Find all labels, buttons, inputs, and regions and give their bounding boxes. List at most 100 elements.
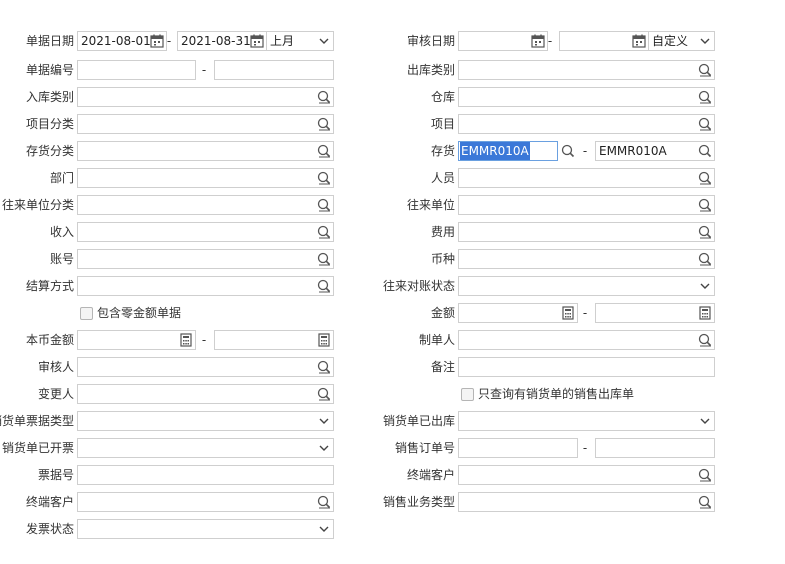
inventory-label: 存货: [430, 144, 455, 158]
magnifier-icon[interactable]: [697, 494, 713, 510]
end-customer-right-input[interactable]: [458, 465, 715, 485]
magnifier-icon[interactable]: [316, 89, 332, 105]
out-type-input[interactable]: [458, 60, 715, 80]
amount-label: 金额: [430, 306, 455, 320]
settle-label: 结算方式: [25, 279, 74, 293]
audit-date-period-value: 自定义: [652, 34, 689, 48]
amount-to-input[interactable]: [595, 303, 715, 323]
person-input[interactable]: [458, 168, 715, 188]
magnifier-icon[interactable]: [316, 386, 332, 402]
zero-amount-checkbox[interactable]: [80, 307, 93, 320]
local-amount-from-input[interactable]: [77, 330, 196, 350]
income-input[interactable]: [77, 222, 334, 242]
sale-shipped-select[interactable]: [458, 411, 715, 431]
project-label: 项目: [430, 117, 455, 131]
magnifier-icon[interactable]: [697, 224, 713, 240]
ticket-no-input[interactable]: [77, 465, 334, 485]
audit-date-from-input[interactable]: [458, 31, 548, 51]
expense-label: 费用: [430, 225, 455, 239]
bill-date-to-input[interactable]: 2021-08-31: [177, 31, 267, 51]
biz-type-input[interactable]: [458, 492, 715, 512]
magnifier-icon[interactable]: [316, 359, 332, 375]
calculator-icon[interactable]: [560, 305, 576, 321]
calendar-icon[interactable]: [249, 33, 265, 49]
magnifier-icon[interactable]: [560, 143, 576, 159]
magnifier-icon[interactable]: [697, 467, 713, 483]
calculator-icon[interactable]: [316, 332, 332, 348]
magnifier-icon[interactable]: [316, 278, 332, 294]
local-amount-to-input[interactable]: [214, 330, 334, 350]
maker-input[interactable]: [458, 330, 715, 350]
range-separator: -: [582, 144, 588, 158]
amount-from-input[interactable]: [458, 303, 578, 323]
currency-input[interactable]: [458, 249, 715, 269]
maker-label: 制单人: [418, 333, 455, 347]
magnifier-icon[interactable]: [697, 197, 713, 213]
chevron-down-icon: [316, 413, 332, 429]
audit-date-period-select[interactable]: 自定义: [648, 31, 715, 51]
calculator-icon[interactable]: [697, 305, 713, 321]
magnifier-icon[interactable]: [697, 143, 713, 159]
magnifier-icon[interactable]: [316, 251, 332, 267]
reconcile-label: 往来对账状态: [382, 279, 455, 293]
magnifier-icon[interactable]: [697, 170, 713, 186]
sale-invoiced-select[interactable]: [77, 438, 334, 458]
invoice-status-label: 发票状态: [25, 522, 74, 536]
sale-doc-type-select[interactable]: [77, 411, 334, 431]
magnifier-icon[interactable]: [697, 332, 713, 348]
auditor-input[interactable]: [77, 357, 334, 377]
sale-order-no-to-input[interactable]: [595, 438, 715, 458]
calculator-icon[interactable]: [178, 332, 194, 348]
inventory-to-value: EMMR010A: [599, 144, 667, 158]
out-type-label: 出库类别: [406, 63, 455, 77]
chevron-down-icon: [316, 521, 332, 537]
project-class-input[interactable]: [77, 114, 334, 134]
magnifier-icon[interactable]: [697, 89, 713, 105]
magnifier-icon[interactable]: [316, 494, 332, 510]
inv-class-input[interactable]: [77, 141, 334, 161]
magnifier-icon[interactable]: [316, 116, 332, 132]
bill-date-period-select[interactable]: 上月: [266, 31, 334, 51]
bill-date-period-value: 上月: [270, 34, 295, 48]
in-type-input[interactable]: [77, 87, 334, 107]
end-customer-left-input[interactable]: [77, 492, 334, 512]
magnifier-icon[interactable]: [697, 62, 713, 78]
partner-input[interactable]: [458, 195, 715, 215]
magnifier-icon[interactable]: [316, 224, 332, 240]
reconcile-select[interactable]: [458, 276, 715, 296]
calendar-icon[interactable]: [631, 33, 647, 49]
partner-class-input[interactable]: [77, 195, 334, 215]
partner-class-label: 往来单位分类: [1, 198, 74, 212]
changer-input[interactable]: [77, 384, 334, 404]
expense-input[interactable]: [458, 222, 715, 242]
magnifier-icon[interactable]: [316, 170, 332, 186]
magnifier-icon[interactable]: [697, 251, 713, 267]
magnifier-icon[interactable]: [316, 197, 332, 213]
ticket-no-label: 票据号: [37, 468, 74, 482]
inv-class-label: 存货分类: [25, 144, 74, 158]
remark-input[interactable]: [458, 357, 715, 377]
audit-date-label: 审核日期: [406, 34, 455, 48]
warehouse-input[interactable]: [458, 87, 715, 107]
sale-order-no-from-input[interactable]: [458, 438, 578, 458]
bill-no-to-input[interactable]: [214, 60, 334, 80]
only-sales-checkbox[interactable]: [461, 388, 474, 401]
magnifier-icon[interactable]: [697, 116, 713, 132]
project-input[interactable]: [458, 114, 715, 134]
bill-date-from-value: 2021-08-01: [81, 34, 151, 48]
dept-input[interactable]: [77, 168, 334, 188]
bill-date-from-input[interactable]: 2021-08-01: [77, 31, 167, 51]
bill-date-label: 单据日期: [25, 34, 74, 48]
magnifier-icon[interactable]: [316, 143, 332, 159]
audit-date-to-input[interactable]: [559, 31, 649, 51]
local-amount-label: 本币金额: [25, 333, 74, 347]
income-label: 收入: [49, 225, 74, 239]
inventory-from-input[interactable]: EMMR010A: [458, 141, 558, 161]
bill-no-from-input[interactable]: [77, 60, 196, 80]
account-input[interactable]: [77, 249, 334, 269]
settle-input[interactable]: [77, 276, 334, 296]
range-separator: -: [201, 333, 207, 347]
bill-no-label: 单据编号: [25, 63, 74, 77]
invoice-status-select[interactable]: [77, 519, 334, 539]
inventory-to-input[interactable]: EMMR010A: [595, 141, 715, 161]
